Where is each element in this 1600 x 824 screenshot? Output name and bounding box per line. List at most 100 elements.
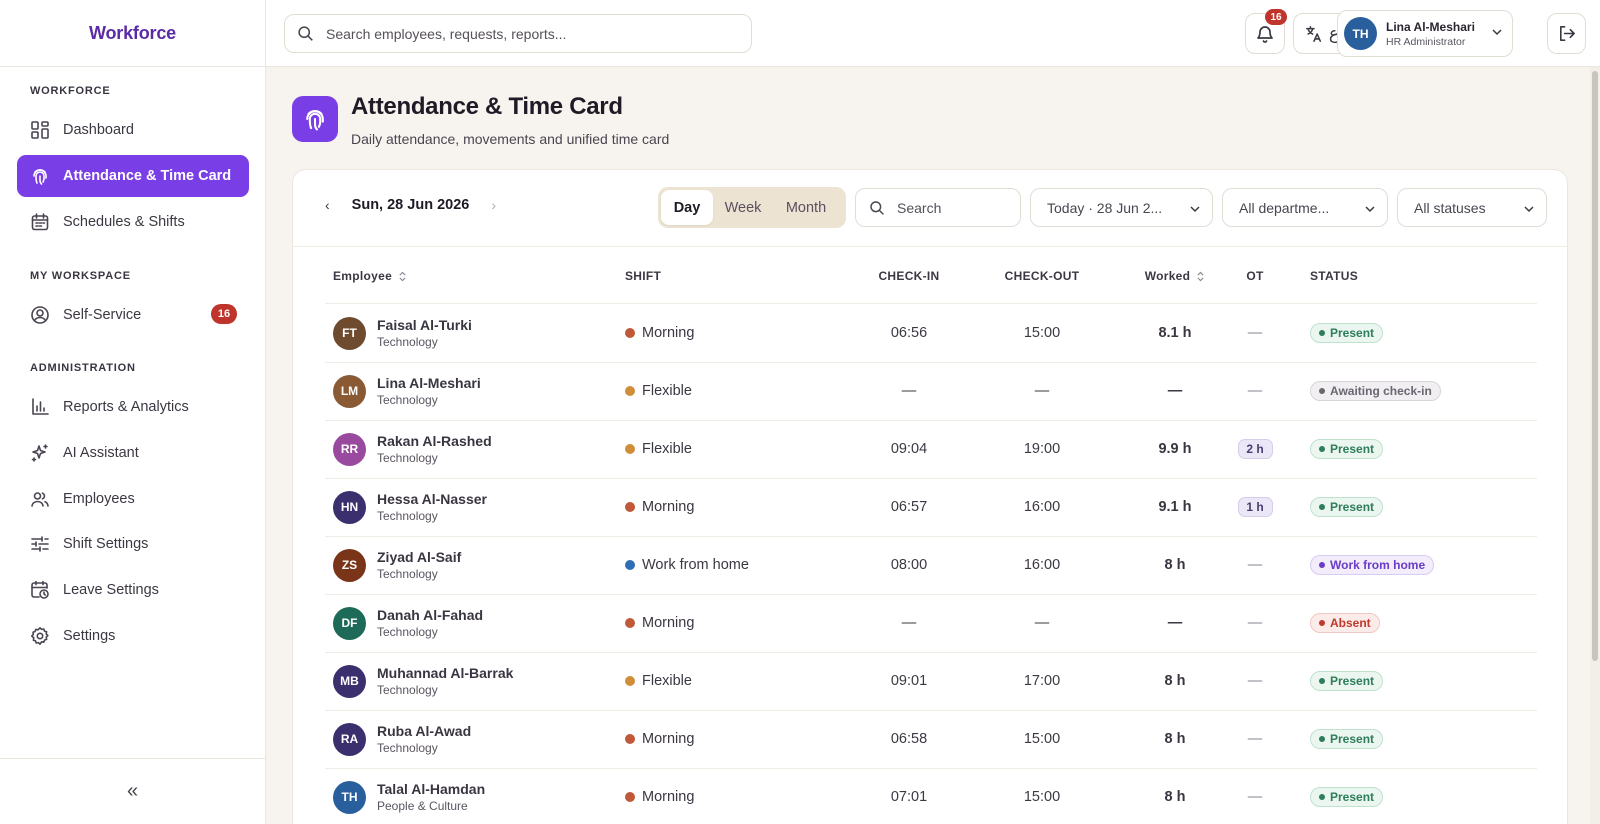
table-row[interactable]: FT Faisal Al-Turki Technology Morning 06:56 1…	[325, 304, 1537, 363]
logout-button[interactable]	[1547, 13, 1586, 54]
sidebar-item-self-service[interactable]: Self-Service 16	[17, 294, 249, 336]
status-badge: Awaiting check-in	[1310, 381, 1441, 401]
status-label: Present	[1330, 732, 1375, 746]
check-out-cell: —	[1034, 383, 1050, 399]
status-badge: Work from home	[1310, 555, 1435, 575]
brand-logo[interactable]: Workforce	[0, 0, 265, 67]
shift-cell: Morning	[625, 594, 694, 652]
shift-name: Morning	[642, 615, 695, 631]
column-check-out: CHECK-OUT	[1004, 269, 1080, 283]
sidebar-item-label: Employees	[63, 491, 135, 507]
prev-day-button[interactable]: ‹	[325, 197, 330, 213]
column-label: Worked	[1144, 269, 1191, 283]
shift-cell: Morning	[625, 710, 694, 768]
sidebar-item-employees[interactable]: Employees	[17, 478, 249, 520]
shift-name: Flexible	[642, 383, 692, 399]
shift-dot	[625, 502, 635, 512]
notifications-button[interactable]: 16	[1245, 9, 1287, 54]
status-label: Work from home	[1330, 558, 1426, 572]
table-search-input[interactable]	[897, 199, 1007, 216]
global-search[interactable]	[284, 14, 752, 53]
sparkle-icon	[30, 443, 50, 463]
shift-name: Morning	[642, 325, 695, 341]
ot-cell: —	[1215, 304, 1295, 362]
table-row[interactable]: DF Danah Al-Fahad Technology Morning — — — — Abs…	[325, 594, 1537, 653]
employee-name[interactable]: Lina Al-Meshari	[377, 375, 481, 391]
status-cell: Present	[1310, 420, 1384, 478]
status-badge: Present	[1310, 729, 1384, 749]
department-filter-select[interactable]: All departme...	[1222, 188, 1388, 227]
sidebar-item-label: Dashboard	[63, 122, 134, 138]
sidebar-item-label: Schedules & Shifts	[63, 214, 185, 230]
employee-cell: RA Ruba Al-Awad Technology	[333, 710, 471, 768]
sidebar-item-attendance[interactable]: Attendance & Time Card	[17, 155, 249, 197]
check-in-cell: 06:57	[890, 499, 928, 515]
sidebar-item-leave-settings[interactable]: Leave Settings	[17, 569, 249, 611]
sidebar-item-schedules[interactable]: Schedules & Shifts	[17, 201, 249, 243]
status-cell: Awaiting check-in	[1310, 362, 1441, 420]
sidebar-item-label: Settings	[63, 628, 116, 644]
sidebar-item-reports[interactable]: Reports & Analytics	[17, 386, 249, 428]
sidebar-item-dashboard[interactable]: Dashboard	[17, 109, 249, 151]
employee-name[interactable]: Rakan Al-Rashed	[377, 433, 492, 449]
avatar: LM	[333, 374, 366, 408]
employee-name[interactable]: Muhannad Al-Barrak	[377, 665, 513, 681]
employee-cell: ZS Ziyad Al-Saif Technology	[333, 536, 461, 594]
avatar: ZS	[333, 548, 366, 582]
status-label: Present	[1330, 674, 1375, 688]
page-scrollbar[interactable]	[1590, 67, 1600, 824]
employee-name[interactable]: Hessa Al-Nasser	[377, 491, 487, 507]
table-search[interactable]	[855, 188, 1021, 227]
ot-cell: —	[1215, 652, 1295, 710]
check-in-cell: 06:56	[890, 325, 928, 341]
check-in-cell: —	[901, 383, 917, 399]
next-day-button[interactable]: ›	[491, 197, 496, 213]
user-menu[interactable]: TH Lina Al-Meshari HR Administrator	[1337, 10, 1513, 57]
check-in-cell: 08:00	[890, 557, 928, 573]
sidebar-item-shift-settings[interactable]: Shift Settings	[17, 523, 249, 565]
sidebar-item-ai-assistant[interactable]: AI Assistant	[17, 432, 249, 474]
table-row[interactable]: MB Muhannad Al-Barrak Technology Flexible 09…	[325, 652, 1537, 711]
status-badge: Present	[1310, 323, 1384, 343]
status-dot	[1319, 330, 1325, 336]
tab-day[interactable]: Day	[661, 190, 713, 225]
shift-name: Work from home	[642, 557, 749, 573]
check-out-cell: 17:00	[1023, 673, 1061, 689]
employee-department: Technology	[377, 683, 438, 697]
status-cell: Present	[1310, 478, 1384, 536]
shift-cell: Morning	[625, 768, 694, 824]
avatar: MB	[333, 664, 366, 698]
employee-department: Technology	[377, 509, 438, 523]
chevron-down-icon	[1492, 29, 1502, 36]
global-search-input[interactable]	[326, 25, 726, 42]
employee-department: Technology	[377, 741, 438, 755]
collapse-sidebar-button[interactable]: «	[0, 758, 265, 824]
table-row[interactable]: TH Talal Al-Hamdan People & Culture Morning…	[325, 768, 1537, 824]
scrollbar-thumb[interactable]	[1592, 71, 1598, 661]
tab-month[interactable]: Month	[773, 190, 839, 225]
attendance-toolbar: ‹ Sun, 28 Jun 2026 › Day Week Month Toda…	[293, 170, 1567, 247]
chevron-down-icon	[1524, 206, 1534, 213]
table-row[interactable]: LM Lina Al-Meshari Technology Flexible — — — — A…	[325, 362, 1537, 421]
tab-week[interactable]: Week	[713, 190, 773, 225]
shift-cell: Morning	[625, 304, 694, 362]
employee-name[interactable]: Ziyad Al-Saif	[377, 549, 461, 565]
employee-cell: MB Muhannad Al-Barrak Technology	[333, 652, 513, 710]
column-check-in: CHECK-IN	[878, 269, 940, 283]
employee-name[interactable]: Talal Al-Hamdan	[377, 781, 485, 797]
table-row[interactable]: ZS Ziyad Al-Saif Technology Work from home 0…	[325, 536, 1537, 595]
view-switcher: Day Week Month	[658, 187, 846, 228]
employee-name[interactable]: Faisal Al-Turki	[377, 317, 472, 333]
nav-section-workforce: WORKFORCE	[30, 85, 111, 97]
status-filter-select[interactable]: All statuses	[1397, 188, 1547, 227]
table-row[interactable]: HN Hessa Al-Nasser Technology Morning 06:57 1…	[325, 478, 1537, 537]
user-name: Lina Al-Meshari	[1386, 19, 1475, 34]
employee-name[interactable]: Danah Al-Fahad	[377, 607, 483, 623]
column-employee[interactable]: Employee	[333, 269, 407, 283]
shift-cell: Work from home	[625, 536, 749, 594]
table-row[interactable]: RA Ruba Al-Awad Technology Morning 06:58 15:0…	[325, 710, 1537, 769]
sidebar-item-settings[interactable]: Settings	[17, 615, 249, 657]
employee-name[interactable]: Ruba Al-Awad	[377, 723, 471, 739]
table-row[interactable]: RR Rakan Al-Rashed Technology Flexible 09:04…	[325, 420, 1537, 479]
date-filter-select[interactable]: Today · 28 Jun 2...	[1030, 188, 1213, 227]
